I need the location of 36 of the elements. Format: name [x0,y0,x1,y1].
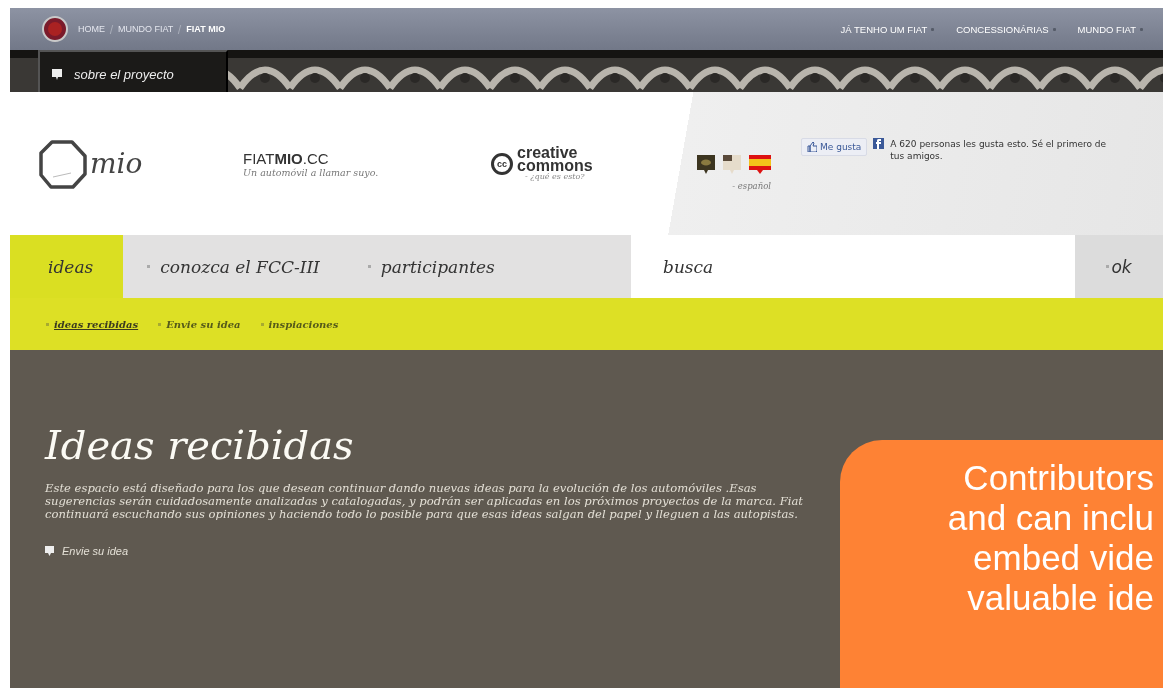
cc-badge: cc [491,152,513,175]
speech-icon [45,546,54,556]
ok-button[interactable]: ok [1075,235,1163,298]
callout-text: Contributors and can inclu embed vide valuable ide [840,440,1163,688]
nav-tab[interactable]: ideas [10,235,124,298]
thumbs-up-icon [807,141,817,152]
subnav-link[interactable]: ideas recibidas [46,318,139,330]
cc-title: creative commons [517,146,593,172]
intro-paragraph: Este espacio está diseñado para los que desean continuar dando nuevas ideas para la evolución de los automóviles .Esas sugerencias serán cuidadosamente analizadas y catalogadas, y podrán ser aplicadas en los próximos proyectos de la marca. Fiat continuará escuchando sus opiniones y haciendo todo lo posible para que esas ideas salgan del papel y lleguen a las autopistas. [45,482,804,521]
page-title: Ideas recibidas [45,422,355,468]
subnav-link[interactable]: inspiaciones [260,318,339,330]
chat-bubble-icon[interactable] [697,154,715,175]
emblem-icon[interactable] [42,16,68,42]
search-field[interactable]: busca [631,235,1075,298]
breadcrumb-link[interactable]: MUNDO FIAT [118,24,174,34]
logo-text: mio [90,147,143,180]
top-link[interactable]: CONCESSIONÁRIAS [956,23,1056,35]
tagline: Un automóvil a llamar suyo. [243,166,380,178]
flag-icon[interactable] [749,154,771,175]
like-button[interactable]: Me gusta [801,137,868,156]
breadcrumb-link[interactable]: HOME [78,24,105,34]
subnav-link[interactable]: Envie su idea [158,318,241,330]
submit-idea-link[interactable]: Envie su idea [45,545,129,557]
like-count-text: A 620 personas les gusta esto. Sé el primero de tus amigos. [890,137,1108,162]
breadcrumb-link[interactable]: FIAT MIO [186,24,226,34]
facebook-icon [873,137,885,149]
project-tab[interactable]: sobre el proyecto [38,50,228,92]
site-name: FIATMIO.CC [243,149,330,167]
chat-bubble-icon[interactable] [723,154,741,175]
nav-tab[interactable]: conozca el FCC-III [123,235,344,298]
top-link[interactable]: JÁ TENHO UM FIAT [840,23,935,35]
nav-tab[interactable]: participantes [343,235,519,298]
top-link[interactable]: MUNDO FIAT [1077,23,1143,35]
speech-icon [52,68,62,80]
cc-link[interactable]: - ¿qué es esto? [517,172,593,181]
language-link[interactable]: - español [732,180,771,191]
